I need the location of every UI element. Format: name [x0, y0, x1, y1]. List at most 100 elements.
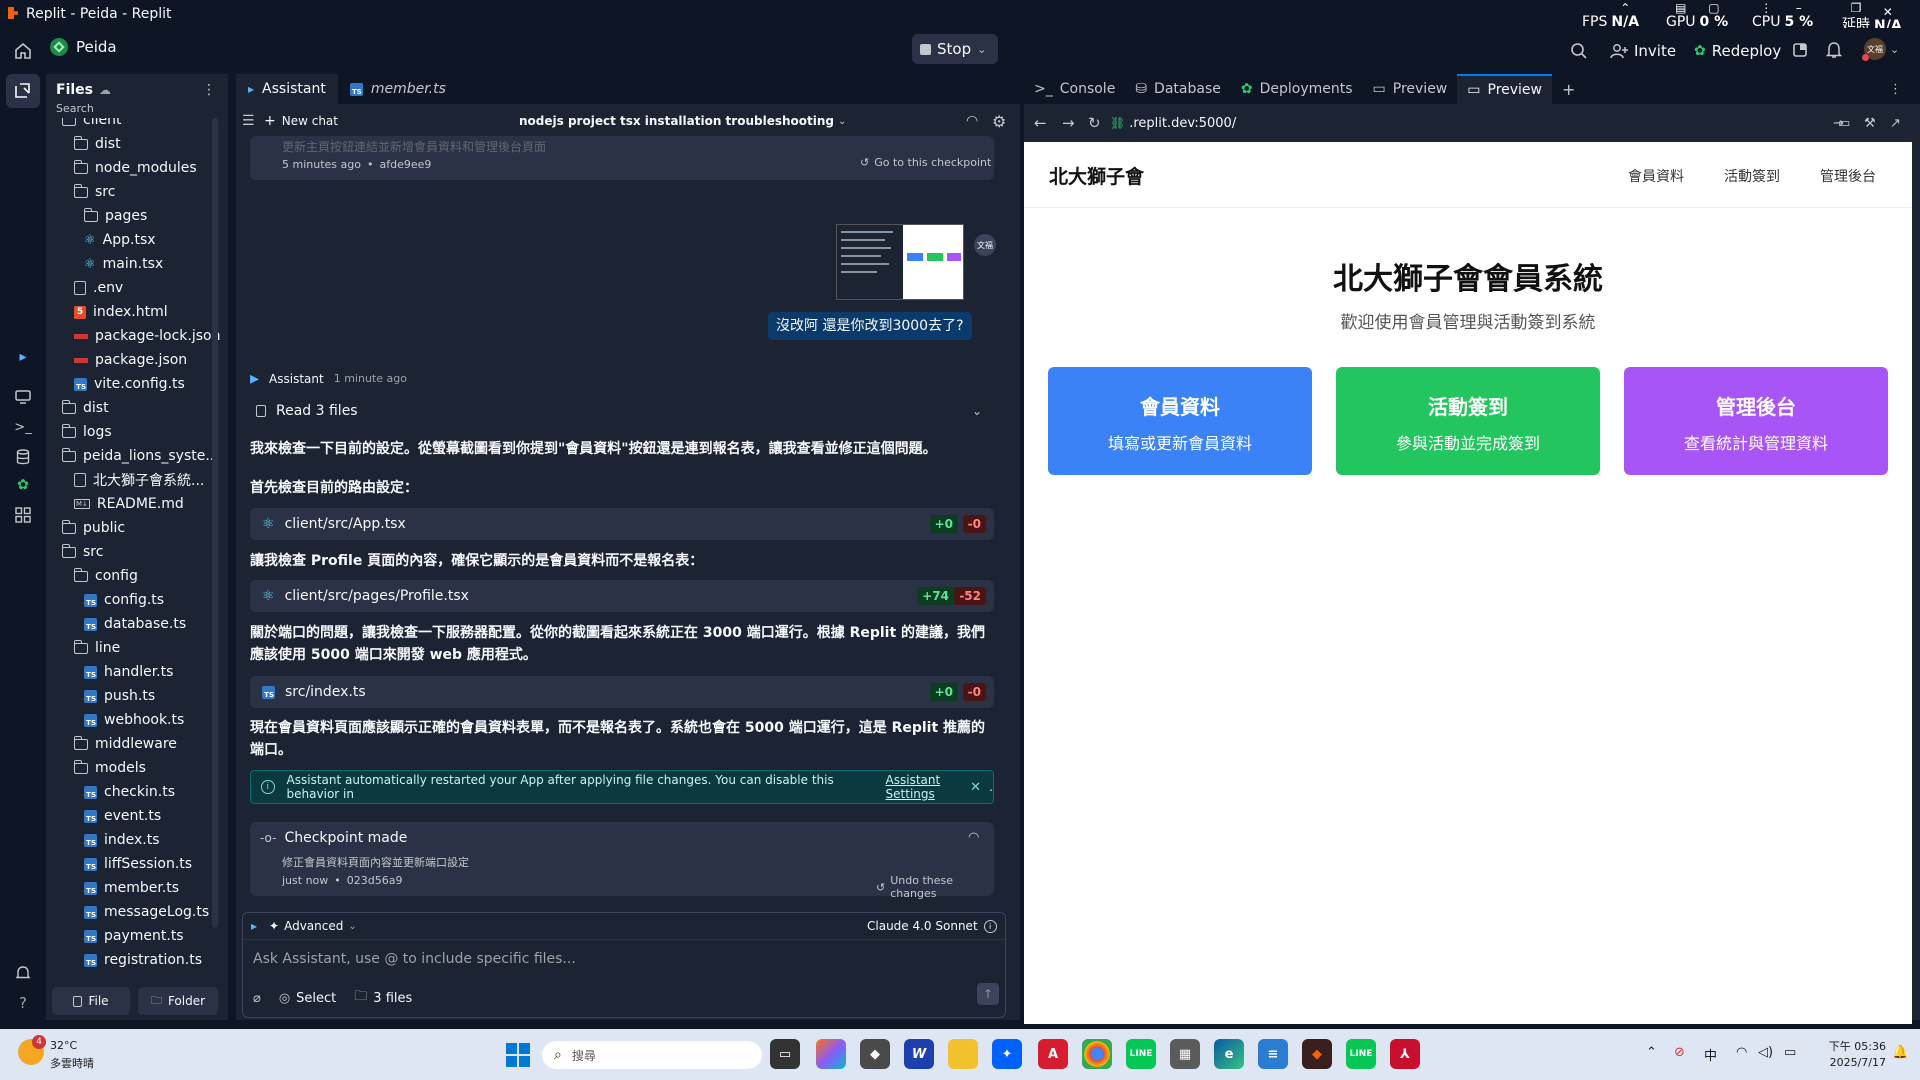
tab-preview-active[interactable]: ▭ Preview	[1457, 74, 1552, 104]
devtools-icon[interactable]: ⚒	[1864, 116, 1876, 131]
project-switcher[interactable]: Peida	[50, 38, 117, 56]
file-row[interactable]: TS registration.ts	[84, 948, 202, 972]
tab-preview[interactable]: ▭ Preview	[1363, 74, 1458, 104]
attached-screenshot[interactable]	[836, 224, 964, 300]
stop-button[interactable]: Stop ⌄	[912, 34, 998, 64]
file-row[interactable]: 5 index.html	[74, 300, 168, 324]
files-search-input[interactable]: Search	[52, 100, 218, 118]
nav-link-profile[interactable]: 會員資料	[1628, 166, 1684, 186]
account-menu[interactable]: 文福 ⌄	[1862, 38, 1899, 61]
file-row[interactable]: TS database.ts	[84, 612, 186, 636]
tab-console[interactable]: >_ Console	[1024, 74, 1125, 104]
agent-icon[interactable]: ▸	[12, 346, 34, 368]
folder-row[interactable]: models	[73, 756, 146, 780]
battery-icon[interactable]: ▭	[1784, 1045, 1796, 1060]
notepad-icon[interactable]: ≡	[1258, 1039, 1288, 1069]
files-menu-icon[interactable]: ⋮	[202, 82, 216, 98]
undo-changes-button[interactable]: ↺ Undo these changes	[876, 874, 994, 900]
tab-member-ts[interactable]: TS member.ts	[338, 74, 458, 104]
file-row[interactable]: M↓ README.md	[74, 492, 184, 516]
file-change-profile[interactable]: ⚛ client/src/pages/Profile.tsx +74 -52	[250, 580, 994, 612]
new-chat-button[interactable]: + New chat	[264, 113, 338, 129]
home-icon[interactable]	[14, 42, 32, 60]
admin-card[interactable]: 管理後台 查看統計與管理資料	[1624, 367, 1888, 475]
console-icon[interactable]: >_	[12, 416, 34, 438]
tab-deployments[interactable]: ✿ Deployments	[1231, 74, 1363, 104]
tab-database[interactable]: ⛁ Database	[1125, 74, 1231, 104]
app-brand[interactable]: 北大獅子會	[1049, 162, 1144, 189]
clock-time[interactable]: 下午 05:36	[1820, 1038, 1886, 1054]
replit-app-icon[interactable]: ◆	[1302, 1039, 1332, 1069]
line-icon[interactable]: LINE	[1126, 1039, 1156, 1069]
help-icon[interactable]: ?	[12, 992, 34, 1014]
info-icon[interactable]: i	[983, 919, 997, 933]
tray-app-icon[interactable]: ⊘	[1674, 1045, 1685, 1060]
chevron-down-icon[interactable]: ⌄	[972, 404, 982, 418]
tab-assistant[interactable]: ▸ Assistant	[236, 74, 338, 104]
folder-row[interactable]: peida_lions_syste...	[61, 444, 219, 468]
file-explorer-icon[interactable]	[948, 1039, 978, 1069]
checkin-card[interactable]: 活動簽到 參與活動並完成簽到	[1336, 367, 1600, 475]
speed-icon[interactable]: ◠	[968, 830, 979, 845]
file-row[interactable]: TS vite.config.ts	[74, 372, 185, 396]
weather-desc[interactable]: 多雲時晴	[50, 1055, 94, 1071]
forward-icon[interactable]: →	[1062, 114, 1075, 132]
minimize-icon[interactable]: –	[1790, 2, 1808, 14]
file-row[interactable]: TS push.ts	[84, 684, 155, 708]
file-row[interactable]: TS payment.ts	[84, 924, 184, 948]
search-icon[interactable]	[1570, 42, 1588, 60]
folder-row[interactable]: public	[61, 516, 125, 540]
volume-icon[interactable]: ◁)	[1758, 1045, 1773, 1060]
file-row[interactable]: package-lock.json	[74, 324, 221, 348]
tray-overflow-icon[interactable]: ⌃	[1646, 1045, 1657, 1060]
file-row[interactable]: .env	[74, 276, 123, 300]
chrome-icon[interactable]	[1082, 1039, 1112, 1069]
folder-row[interactable]: src	[73, 180, 115, 204]
open-external-icon[interactable]: ↗	[1890, 116, 1901, 131]
preview-url-bar[interactable]: ⛓ .replit.dev:5000/ →	[1110, 110, 1850, 136]
folder-row[interactable]: pages	[83, 204, 147, 228]
file-row[interactable]: ⚛ main.tsx	[84, 252, 163, 276]
read-files-row[interactable]: Read 3 files ⌄	[250, 398, 994, 424]
file-row[interactable]: 北大獅子會系統...	[74, 468, 204, 492]
invite-button[interactable]: Invite	[1602, 36, 1684, 66]
select-element-button[interactable]: ◎ Select	[279, 991, 336, 1006]
files-panel-icon[interactable]	[12, 80, 34, 102]
go-to-checkpoint-button[interactable]: ↺ Go to this checkpoint	[860, 156, 991, 169]
profile-card[interactable]: 會員資料 填寫或更新會員資料	[1048, 367, 1312, 475]
pdf-reader-icon[interactable]: ⅄	[1390, 1039, 1420, 1069]
chat-title-dropdown[interactable]: nodejs project tsx installation troubles…	[519, 114, 846, 128]
apps-grid-icon[interactable]	[12, 504, 34, 526]
file-row[interactable]: TS index.ts	[84, 828, 160, 852]
dropbox-icon[interactable]: ✦	[992, 1039, 1022, 1069]
advanced-toggle[interactable]: ✦ Advanced ⌄	[269, 919, 357, 933]
wifi-icon[interactable]: ◠	[1736, 1045, 1747, 1060]
folder-row[interactable]: config	[73, 564, 138, 588]
model-selector[interactable]: Claude 4.0 Sonnet i	[867, 919, 997, 933]
history-list-icon[interactable]: ☰	[242, 113, 255, 129]
acrobat-cad-icon[interactable]: A	[1038, 1039, 1068, 1069]
task-view-icon[interactable]: ▭	[770, 1039, 800, 1069]
back-icon[interactable]: ←	[1034, 114, 1047, 132]
file-row[interactable]: TS checkin.ts	[84, 780, 175, 804]
start-button[interactable]	[506, 1043, 530, 1067]
folder-row[interactable]: logs	[61, 420, 112, 444]
file-row[interactable]: TS messageLog.ts	[84, 900, 209, 924]
attached-files-button[interactable]: 🗀 3 files	[354, 987, 412, 1009]
copilot-icon[interactable]	[816, 1039, 846, 1069]
send-button[interactable]: ↑	[977, 983, 999, 1005]
bell-icon[interactable]	[1826, 41, 1842, 59]
cube-app-icon[interactable]: ◆	[860, 1039, 890, 1069]
chevron-down-icon[interactable]: ⌄	[977, 43, 986, 56]
new-folder-button[interactable]: 🗀 Folder	[138, 987, 218, 1015]
folder-row[interactable]: line	[73, 636, 120, 660]
redeploy-button[interactable]: ✿ Redeploy	[1686, 36, 1789, 66]
new-file-button[interactable]: File	[52, 987, 130, 1015]
file-row[interactable]: TS config.ts	[84, 588, 164, 612]
speed-icon[interactable]: ◠	[966, 113, 978, 129]
alerts-icon[interactable]	[12, 962, 34, 984]
file-row[interactable]: package.json	[74, 348, 187, 372]
database-icon[interactable]	[12, 446, 34, 468]
close-icon[interactable]: ✕	[970, 780, 981, 795]
clock-date[interactable]: 2025/7/17	[1820, 1056, 1886, 1069]
